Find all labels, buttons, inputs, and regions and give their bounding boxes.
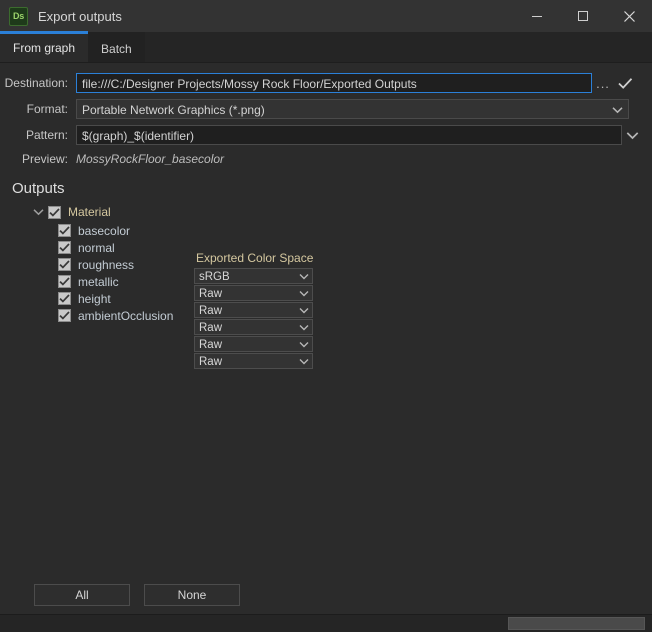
chevron-down-icon <box>299 269 309 283</box>
pattern-presets-button[interactable] <box>622 125 642 145</box>
colorspace-select-ambientocclusion[interactable]: Raw <box>194 353 313 369</box>
chevron-down-icon <box>299 286 309 300</box>
chevron-down-icon <box>299 303 309 317</box>
tree-label-output: metallic <box>78 274 119 289</box>
outputs-section-title: Outputs <box>12 180 65 197</box>
destination-row: Destination: file:///C:/Designer Project… <box>0 72 652 94</box>
preview-row: Preview: MossyRockFloor_basecolor <box>0 150 652 168</box>
checkbox-metallic[interactable] <box>58 275 71 288</box>
checkbox-roughness[interactable] <box>58 258 71 271</box>
format-label: Format: <box>26 102 68 116</box>
chevron-down-icon <box>299 354 309 368</box>
format-select[interactable]: Portable Network Graphics (*.png) <box>76 99 629 119</box>
dialog-body: Destination: file:///C:/Designer Project… <box>0 63 652 632</box>
tree-label-output: ambientOcclusion <box>78 308 174 323</box>
checkbox-normal[interactable] <box>58 241 71 254</box>
select-all-button[interactable]: All <box>34 584 130 606</box>
chevron-down-icon <box>612 100 623 118</box>
export-outputs-window: Ds Export outputs From graph Batch Desti… <box>0 0 652 632</box>
colorspace-value: Raw <box>199 288 223 300</box>
tree-label-output: basecolor <box>78 223 131 238</box>
chevron-down-icon <box>32 209 44 216</box>
tree-row-material[interactable]: Material <box>12 203 652 221</box>
colorspace-value: sRGB <box>199 271 230 283</box>
chevron-down-icon <box>299 320 309 334</box>
window-title: Export outputs <box>38 8 122 24</box>
preview-label: Preview: <box>21 152 68 166</box>
pattern-label: Pattern: <box>25 128 68 142</box>
checkbox-basecolor[interactable] <box>58 224 71 237</box>
colorspace-value: Raw <box>199 305 223 317</box>
close-button[interactable] <box>606 0 652 32</box>
tab-batch[interactable]: Batch <box>88 32 145 62</box>
close-icon <box>623 10 635 22</box>
minimize-button[interactable] <box>514 0 560 32</box>
tree-label-material: Material <box>68 205 111 219</box>
exported-color-space-header: Exported Color Space <box>196 251 314 265</box>
substance-designer-icon: Ds <box>9 6 28 26</box>
checkmark-icon <box>59 277 70 286</box>
checkmark-icon <box>59 260 70 269</box>
horizontal-scrollbar-thumb[interactable] <box>508 617 645 630</box>
colorspace-select-basecolor[interactable]: sRGB <box>194 268 313 284</box>
format-select-value: Portable Network Graphics (*.png) <box>82 103 265 117</box>
horizontal-scrollbar[interactable] <box>0 614 652 632</box>
chevron-down-icon <box>626 131 638 139</box>
outputs-tree: Material basecolor normal roughness meta… <box>12 203 652 324</box>
pattern-row: Pattern: $(graph)_$(identifier) <box>0 124 652 146</box>
tab-from-graph-label: From graph <box>13 41 76 55</box>
preview-value: MossyRockFloor_basecolor <box>76 152 225 166</box>
expand-collapse-toggle[interactable] <box>28 204 48 220</box>
tree-label-output: normal <box>78 240 115 255</box>
tab-bar-filler <box>144 32 652 62</box>
checkmark-icon <box>59 226 70 235</box>
destination-label: Destination: <box>4 76 68 90</box>
checkmark-icon <box>59 243 70 252</box>
checkmark-icon <box>617 77 632 89</box>
colorspace-value: Raw <box>199 339 223 351</box>
chevron-down-icon <box>299 337 309 351</box>
colorspace-value: Raw <box>199 322 223 334</box>
pattern-input[interactable]: $(graph)_$(identifier) <box>76 125 622 145</box>
colorspace-value: Raw <box>199 356 223 368</box>
colorspace-select-roughness[interactable]: Raw <box>194 302 313 318</box>
destination-input[interactable]: file:///C:/Designer Projects/Mossy Rock … <box>76 73 592 93</box>
checkbox-ambientocclusion[interactable] <box>58 309 71 322</box>
checkmark-icon <box>49 207 60 217</box>
checkbox-material[interactable] <box>48 205 61 219</box>
tree-label-output: height <box>78 291 111 306</box>
destination-browse-button[interactable]: ... <box>592 73 614 93</box>
colorspace-select-normal[interactable]: Raw <box>194 285 313 301</box>
destination-valid-button[interactable] <box>614 73 636 93</box>
checkmark-icon <box>59 311 70 320</box>
tree-row-output[interactable]: normal <box>58 239 652 256</box>
tree-row-output[interactable]: height <box>58 290 652 307</box>
tree-row-output[interactable]: ambientOcclusion <box>58 307 652 324</box>
tree-row-output[interactable]: roughness <box>58 256 652 273</box>
tab-from-graph[interactable]: From graph <box>0 31 89 62</box>
checkbox-height[interactable] <box>58 292 71 305</box>
format-row: Format: Portable Network Graphics (*.png… <box>0 98 652 120</box>
checkmark-icon <box>59 294 70 303</box>
tree-row-output[interactable]: basecolor <box>58 222 652 239</box>
colorspace-select-height[interactable]: Raw <box>194 336 313 352</box>
tree-label-output: roughness <box>78 257 135 272</box>
tab-batch-label: Batch <box>101 41 132 56</box>
title-bar: Ds Export outputs <box>0 0 652 32</box>
maximize-button[interactable] <box>560 0 606 32</box>
colorspace-select-metallic[interactable]: Raw <box>194 319 313 335</box>
selection-buttons: All None <box>34 584 240 606</box>
select-none-button[interactable]: None <box>144 584 240 606</box>
tab-bar: From graph Batch <box>0 31 652 63</box>
tree-row-output[interactable]: metallic <box>58 273 652 290</box>
minimize-icon <box>532 16 542 17</box>
maximize-icon <box>578 11 588 21</box>
